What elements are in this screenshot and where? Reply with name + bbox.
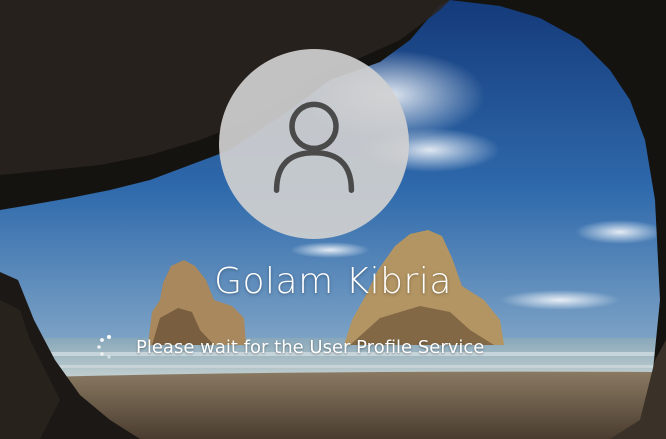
cloud [290,242,370,258]
user-avatar [219,49,409,239]
status-row: Please wait for the User Profile Service [96,334,484,360]
username-label: Golam Kibria [214,261,452,302]
user-silhouette-icon [273,101,355,193]
cloud [575,220,665,244]
status-message: Please wait for the User Profile Service [136,336,485,358]
loading-spinner-icon [97,335,111,359]
